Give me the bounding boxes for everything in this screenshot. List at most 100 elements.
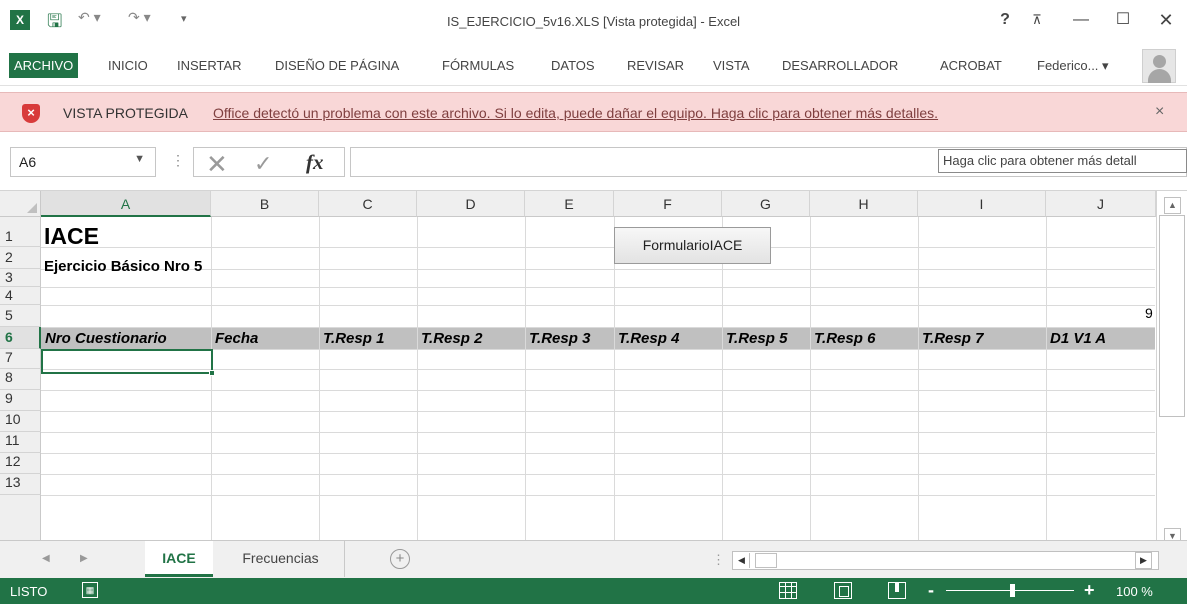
row-header-1[interactable]: 1: [0, 217, 41, 247]
formula-bar-grip-icon[interactable]: ⋮: [171, 152, 185, 169]
select-all-corner[interactable]: [0, 191, 41, 217]
gridline: [41, 247, 1155, 248]
vertical-scroll-thumb[interactable]: [1159, 215, 1185, 417]
minimize-icon[interactable]: —: [1066, 8, 1096, 32]
gridline: [319, 217, 320, 541]
shield-x-icon: ×: [22, 104, 40, 123]
protected-view-close-icon[interactable]: ×: [1155, 103, 1164, 121]
page-layout-view-icon[interactable]: [834, 582, 852, 599]
sheet-tab-iace[interactable]: IACE: [145, 541, 213, 577]
column-header-f[interactable]: F: [614, 191, 722, 217]
row-header-8[interactable]: 8: [0, 369, 41, 390]
cell-g5[interactable]: T.Resp 5: [726, 330, 787, 347]
cell-a1[interactable]: IACE: [44, 223, 99, 250]
column-header-b[interactable]: B: [211, 191, 319, 217]
help-icon[interactable]: ?: [990, 8, 1020, 32]
protected-view-bar: × VISTA PROTEGIDA Office detectó un prob…: [0, 92, 1187, 132]
zoom-level[interactable]: 100 %: [1116, 584, 1153, 599]
cell-j5[interactable]: D1 V1 A: [1050, 330, 1106, 347]
tab-inicio[interactable]: INICIO: [108, 58, 148, 73]
page-break-view-icon[interactable]: [888, 582, 906, 599]
close-icon[interactable]: ✕: [1151, 8, 1181, 32]
chevron-down-icon[interactable]: ▼: [134, 153, 145, 165]
zoom-slider-knob[interactable]: [1010, 584, 1015, 597]
sheet-tab-frecuencias[interactable]: Frecuencias: [217, 541, 345, 577]
row-header-11[interactable]: 11: [0, 432, 41, 453]
cell-c5[interactable]: T.Resp 1: [323, 330, 384, 347]
ribbon-display-options-icon[interactable]: ⊼: [1022, 8, 1052, 32]
header-row-fill: [41, 327, 1155, 349]
cell-a5[interactable]: Nro Cuestionario: [45, 330, 167, 347]
column-header-g[interactable]: G: [722, 191, 810, 217]
row-header-5[interactable]: 5: [0, 305, 41, 327]
column-header-j[interactable]: J: [1046, 191, 1156, 217]
tab-vista[interactable]: VISTA: [713, 58, 750, 73]
gridline: [41, 411, 1155, 412]
row-header-6[interactable]: 6: [0, 327, 41, 349]
ribbon-tabs: ARCHIVO INICIO INSERTAR DISEÑO DE PÁGINA…: [0, 46, 1187, 86]
insert-function-icon[interactable]: fx: [306, 150, 324, 175]
column-header-c[interactable]: C: [319, 191, 417, 217]
cell-a2[interactable]: Ejercicio Básico Nro 5: [44, 258, 202, 275]
column-header-e[interactable]: E: [525, 191, 614, 217]
row-header-12[interactable]: 12: [0, 453, 41, 474]
protected-view-details-link[interactable]: Office detectó un problema con este arch…: [213, 105, 938, 121]
cell-f5[interactable]: T.Resp 4: [618, 330, 679, 347]
cell-b5[interactable]: Fecha: [215, 330, 258, 347]
tab-revisar[interactable]: REVISAR: [627, 58, 684, 73]
name-box[interactable]: A6 ▼: [10, 147, 156, 177]
sheet-tab-bar: ◀ ▶ IACE Frecuencias + ⋮ ◀ ▶: [0, 540, 1187, 578]
row-header-7[interactable]: 7: [0, 349, 41, 369]
cell-h5[interactable]: T.Resp 6: [814, 330, 875, 347]
tab-desarrollador[interactable]: DESARROLLADOR: [782, 58, 898, 73]
row-header-3[interactable]: 3: [0, 269, 41, 287]
normal-view-icon[interactable]: [779, 582, 797, 599]
sheet-next-icon[interactable]: ▶: [80, 553, 88, 564]
gridline: [41, 305, 1155, 306]
hscroll-splitter-icon[interactable]: ⋮: [712, 552, 725, 568]
worksheet-grid[interactable]: A B C D E F G H I J 1 2 3 4 5 6 7 8 9 10…: [0, 190, 1187, 545]
gridline: [211, 217, 212, 541]
active-cell-a6[interactable]: [41, 349, 215, 376]
column-header-a[interactable]: A: [41, 191, 211, 217]
cancel-icon[interactable]: ✕: [206, 149, 228, 180]
maximize-icon[interactable]: ☐: [1108, 8, 1138, 32]
row-header-2[interactable]: 2: [0, 247, 41, 269]
tab-archivo[interactable]: ARCHIVO: [9, 53, 79, 78]
gridline: [41, 432, 1155, 433]
gridline: [1046, 217, 1047, 541]
user-account[interactable]: Federico... ▾: [1037, 58, 1109, 74]
cell-i5[interactable]: T.Resp 7: [922, 330, 983, 347]
row-header-4[interactable]: 4: [0, 287, 41, 305]
tab-formulas[interactable]: FÓRMULAS: [442, 58, 514, 73]
column-header-d[interactable]: D: [417, 191, 525, 217]
tab-acrobat[interactable]: ACROBAT: [940, 58, 1002, 73]
scroll-right-icon[interactable]: ▶: [1135, 552, 1152, 569]
avatar[interactable]: [1142, 49, 1176, 83]
gridline: [41, 474, 1155, 475]
scroll-left-icon[interactable]: ◀: [734, 553, 750, 568]
cell-e5[interactable]: T.Resp 3: [529, 330, 590, 347]
cell-d5[interactable]: T.Resp 2: [421, 330, 482, 347]
sheet-prev-icon[interactable]: ◀: [42, 553, 50, 564]
horizontal-scrollbar[interactable]: ◀: [732, 551, 1159, 570]
column-header-h[interactable]: H: [810, 191, 918, 217]
scroll-up-icon[interactable]: ▲: [1164, 197, 1181, 214]
row-header-13[interactable]: 13: [0, 474, 41, 495]
macro-recording-icon[interactable]: ▦: [82, 582, 98, 598]
tab-insertar[interactable]: INSERTAR: [177, 58, 242, 73]
zoom-out-icon[interactable]: -: [928, 580, 934, 601]
zoom-in-icon[interactable]: +: [1084, 580, 1095, 601]
enter-icon[interactable]: ✓: [254, 151, 272, 177]
row-header-9[interactable]: 9: [0, 390, 41, 411]
horizontal-scroll-thumb[interactable]: [755, 553, 777, 568]
cell-j4[interactable]: 9: [1145, 305, 1153, 321]
tab-datos[interactable]: DATOS: [551, 58, 595, 73]
tab-diseno-de-pagina[interactable]: DISEÑO DE PÁGINA: [275, 58, 399, 73]
vertical-scrollbar[interactable]: ▲ ▼: [1156, 191, 1187, 545]
fill-handle[interactable]: [209, 370, 215, 376]
row-header-10[interactable]: 10: [0, 411, 41, 432]
add-sheet-icon[interactable]: +: [390, 549, 410, 569]
column-header-i[interactable]: I: [918, 191, 1046, 217]
formulario-iace-button[interactable]: FormularioIACE: [614, 227, 771, 264]
